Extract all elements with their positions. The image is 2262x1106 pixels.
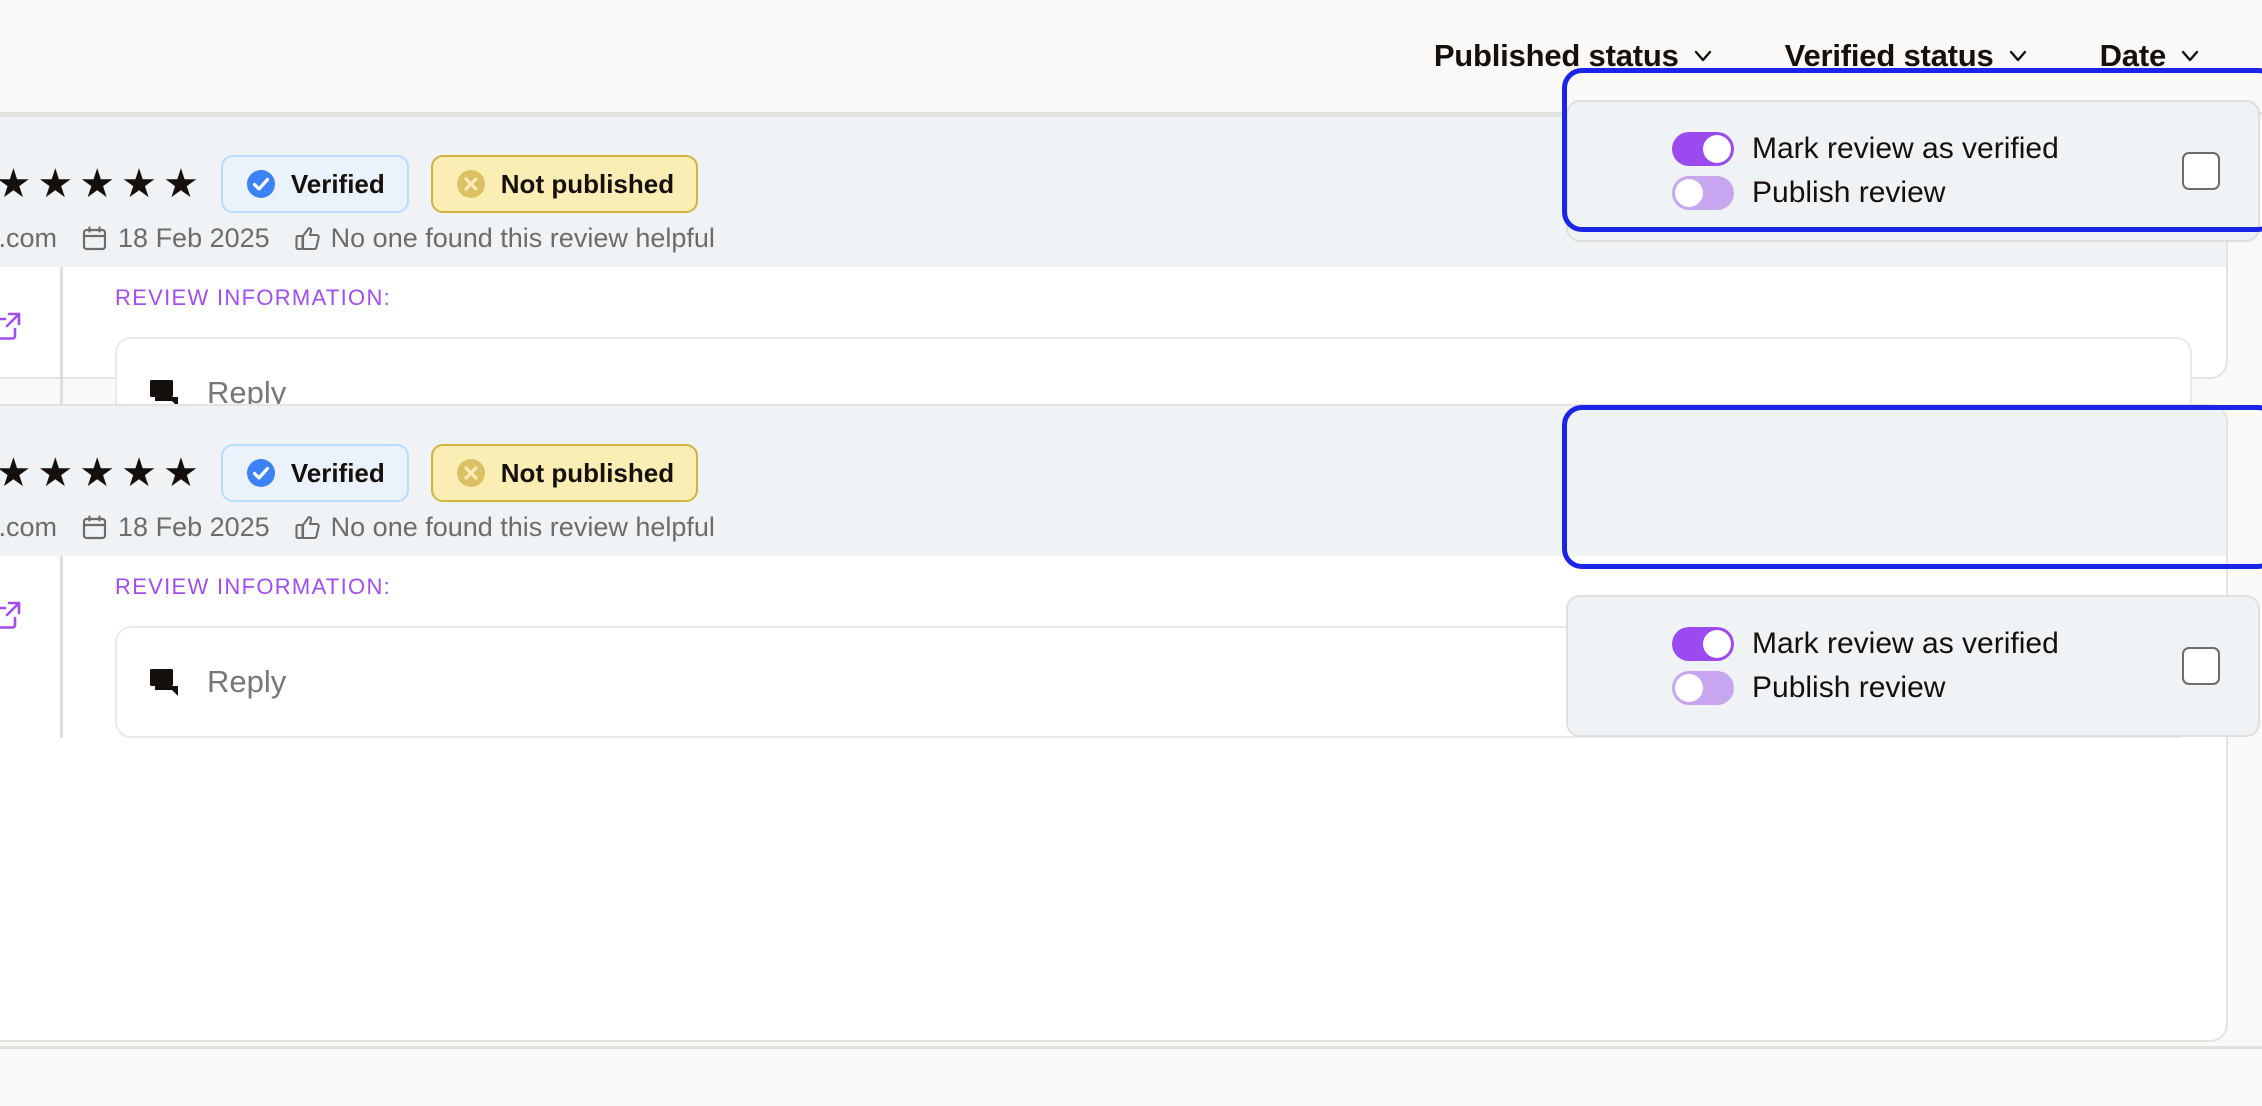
review-author-email: gmail.com — [0, 223, 58, 253]
review-date: 18 Feb 2025 — [81, 512, 270, 543]
chevron-down-icon — [1693, 46, 1713, 66]
review-select-checkbox[interactable] — [2182, 152, 2220, 190]
toggle-publish-review-label: Publish review — [1752, 671, 1946, 704]
review-actions-panel: Mark review as verified Publish review — [1566, 595, 2260, 737]
star-icon: ★ — [79, 162, 116, 206]
review-toggles: Mark review as verified Publish review — [1672, 627, 2059, 705]
review-meta-secondary: gmail.com 18 Feb 2025 No one found this … — [0, 223, 715, 254]
filter-date-label: Date — [2099, 38, 2167, 73]
x-circle-icon — [455, 457, 487, 489]
review-side-actions — [0, 309, 24, 343]
status-badge-published-label: Not published — [500, 457, 675, 488]
toggle-switch-on[interactable] — [1672, 627, 1734, 661]
status-badge-verified-label: Verified — [290, 168, 385, 199]
star-icon: ★ — [37, 451, 74, 495]
star-icon: ★ — [121, 451, 157, 495]
status-badge-verified: Verified — [220, 444, 409, 502]
review-helpful-label: No one found this review helpful — [330, 223, 715, 253]
filter-verified-status[interactable]: Verified status — [1785, 38, 2028, 74]
star-icon: ★ — [121, 162, 157, 206]
toggle-mark-verified[interactable]: Mark review as verified — [1672, 627, 2059, 661]
review-information-label: REVIEW INFORMATION: — [115, 285, 392, 310]
toggle-publish-review[interactable]: Publish review — [1672, 176, 2059, 210]
filter-date[interactable]: Date — [2100, 38, 2200, 74]
reviews-page: Published status Verified status Date o … — [0, 0, 2262, 1106]
calendar-icon — [81, 514, 108, 541]
chevron-down-icon — [2008, 46, 2028, 66]
x-circle-icon — [455, 168, 487, 200]
filter-published-status[interactable]: Published status — [1434, 38, 1713, 74]
review-header: o ★ ★ ★ ★ ★ Verified — [0, 406, 2226, 556]
chat-bubbles-icon — [147, 663, 185, 701]
toggle-knob — [1703, 135, 1731, 163]
review-meta-primary: o ★ ★ ★ ★ ★ Verified — [0, 155, 699, 213]
review-toggles: Mark review as verified Publish review — [1672, 132, 2059, 210]
chevron-down-icon — [2180, 46, 2200, 66]
toggle-knob — [1703, 630, 1731, 658]
review-actions-panel: Mark review as verified Publish review — [1566, 100, 2260, 242]
thumbs-up-icon — [294, 514, 321, 541]
reply-placeholder: Reply — [207, 664, 287, 699]
review-meta-secondary: gmail.com 18 Feb 2025 No one found this … — [0, 512, 715, 543]
status-badge-published-label: Not published — [500, 168, 675, 199]
toggle-mark-verified-label: Mark review as verified — [1752, 132, 2059, 165]
review-date-label: 18 Feb 2025 — [118, 512, 270, 542]
filter-published-status-label: Published status — [1433, 38, 1679, 73]
star-icon: ★ — [79, 451, 116, 495]
filter-bar: Published status Verified status Date — [0, 0, 2262, 115]
status-badge-published: Not published — [430, 155, 699, 213]
external-link-icon[interactable] — [0, 309, 24, 343]
star-rating: ★ ★ ★ ★ ★ — [0, 164, 199, 204]
review-meta-primary: o ★ ★ ★ ★ ★ Verified — [0, 444, 699, 502]
star-icon: ★ — [37, 162, 74, 206]
external-link-icon[interactable] — [0, 598, 24, 632]
star-icon: ★ — [0, 162, 32, 206]
toggle-mark-verified-label: Mark review as verified — [1752, 627, 2059, 660]
toggle-publish-review[interactable]: Publish review — [1672, 671, 2059, 705]
review-information-label: REVIEW INFORMATION: — [115, 574, 392, 599]
star-icon: ★ — [162, 451, 199, 495]
review-helpful: No one found this review helpful — [294, 512, 715, 543]
review-date-label: 18 Feb 2025 — [118, 223, 270, 253]
toggle-publish-review-label: Publish review — [1752, 176, 1946, 209]
toggle-switch-off[interactable] — [1672, 176, 1734, 210]
thumbs-up-icon — [294, 225, 321, 252]
calendar-icon — [81, 225, 108, 252]
page-bottom-strip — [0, 1046, 2262, 1106]
toggle-knob — [1675, 179, 1703, 207]
review-author-email: gmail.com — [0, 512, 58, 542]
toggle-switch-on[interactable] — [1672, 132, 1734, 166]
toggle-knob — [1675, 674, 1703, 702]
status-badge-published: Not published — [430, 444, 699, 502]
review-helpful: No one found this review helpful — [294, 223, 715, 254]
review-helpful-label: No one found this review helpful — [330, 512, 715, 542]
star-rating: ★ ★ ★ ★ ★ — [0, 453, 199, 493]
star-icon: ★ — [0, 451, 32, 495]
toggle-mark-verified[interactable]: Mark review as verified — [1672, 132, 2059, 166]
review-side-actions — [0, 598, 24, 632]
check-circle-icon — [245, 168, 277, 200]
check-circle-icon — [245, 457, 277, 489]
review-select-checkbox[interactable] — [2182, 647, 2220, 685]
toggle-switch-off[interactable] — [1672, 671, 1734, 705]
status-badge-verified-label: Verified — [290, 457, 385, 488]
star-icon: ★ — [162, 162, 199, 206]
review-date: 18 Feb 2025 — [81, 223, 270, 254]
status-badge-verified: Verified — [220, 155, 409, 213]
filter-verified-status-label: Verified status — [1784, 38, 1994, 73]
